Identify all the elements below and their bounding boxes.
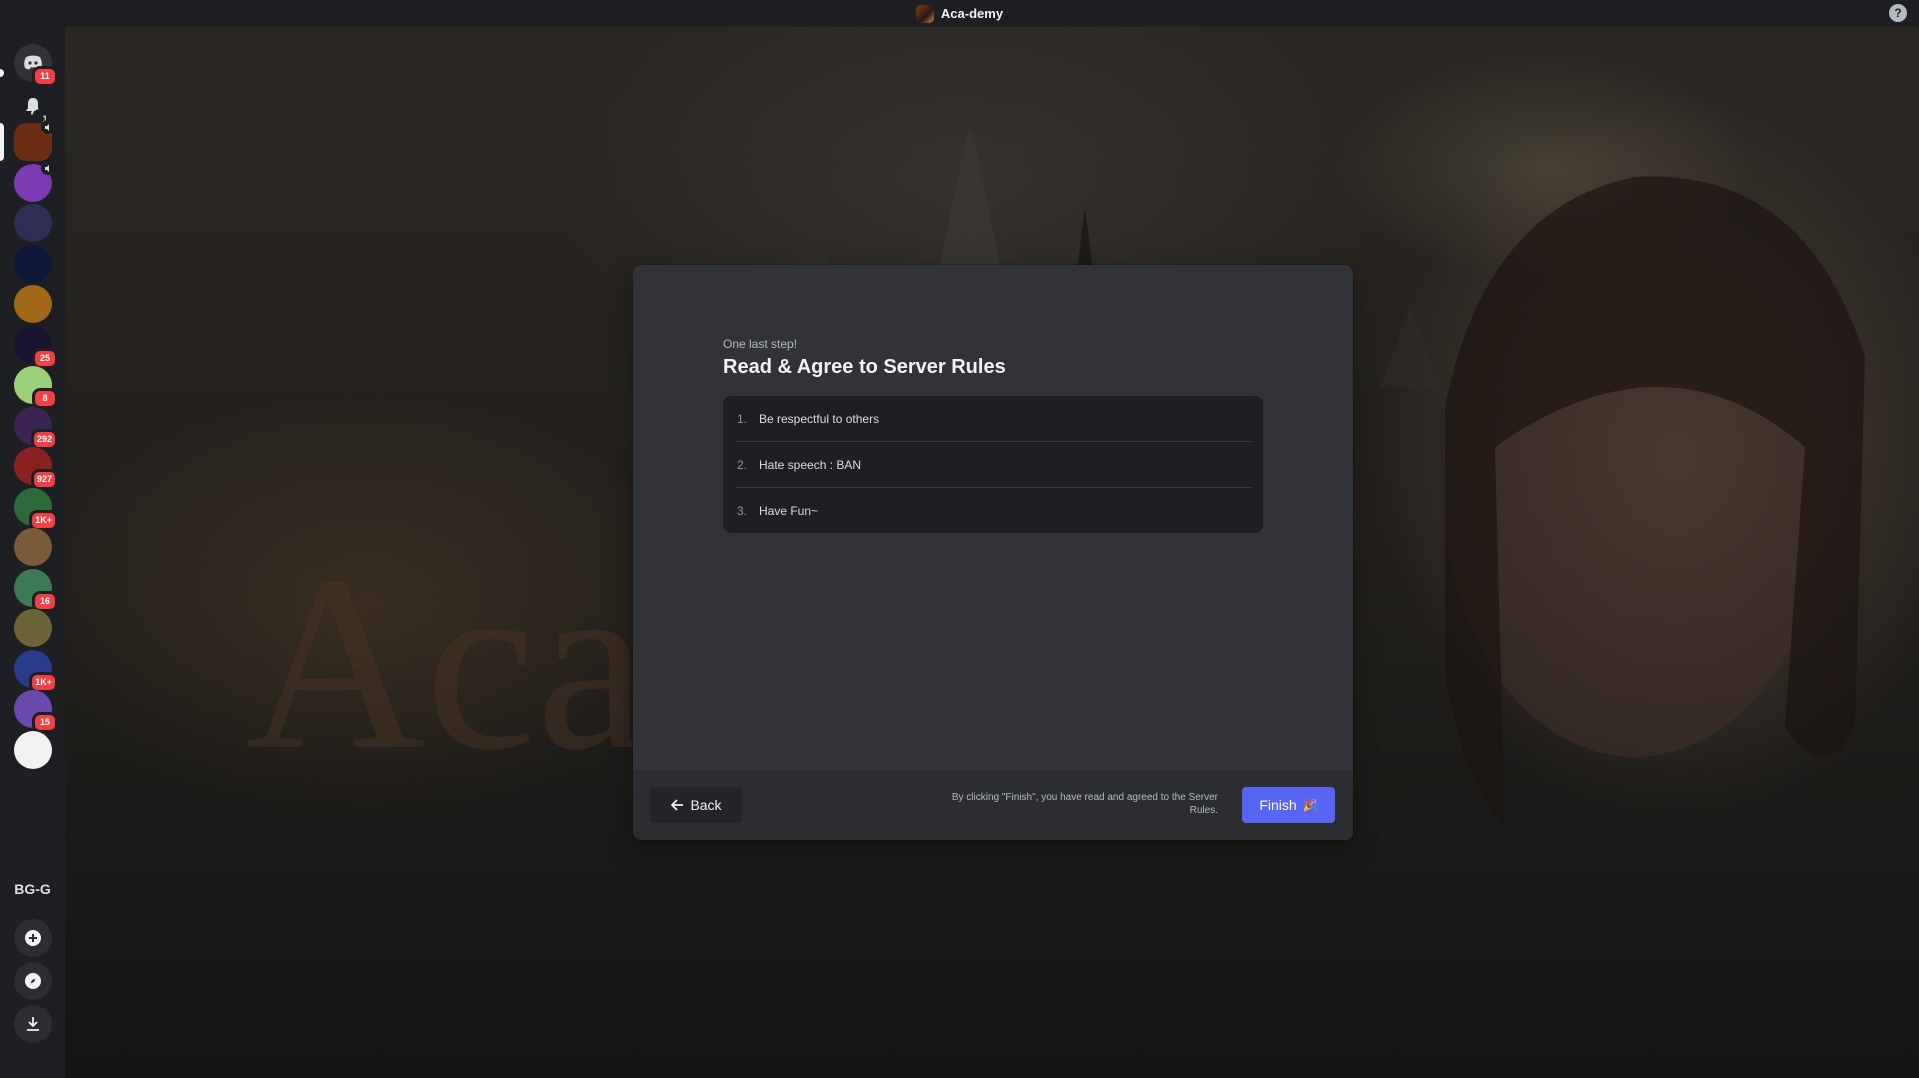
- server-icon-2[interactable]: [14, 161, 55, 202]
- party-popper-icon: 🎉: [1302, 798, 1318, 812]
- mention-badge: 927: [30, 469, 58, 490]
- compass-icon: [25, 973, 41, 989]
- server-icon-15[interactable]: 15: [14, 690, 58, 733]
- modal-eyebrow: One last step!: [723, 337, 798, 351]
- server-icon-14[interactable]: 1K+: [14, 650, 58, 693]
- server-rail: 11 1 25 8 292 927 1K+ 16 1K+ 15 BG-G: [0, 27, 65, 1078]
- title-bar: Aca-demy ?: [0, 0, 1919, 27]
- speaker-icon: [41, 120, 55, 134]
- back-button-label: Back: [690, 797, 722, 813]
- help-icon[interactable]: ?: [1889, 4, 1907, 22]
- server-icon-6[interactable]: 25: [14, 326, 58, 369]
- server-icon-7[interactable]: 8: [14, 366, 58, 409]
- mention-badge: 8: [32, 388, 58, 409]
- download-apps-button[interactable]: [14, 1005, 52, 1043]
- server-icon-12[interactable]: 16: [14, 569, 58, 612]
- plus-icon: [25, 930, 41, 946]
- modal-footer: Back By clicking "Finish", you have read…: [633, 770, 1353, 840]
- rule-number: 3.: [737, 503, 748, 518]
- rule-item: 2. Hate speech : BAN: [735, 442, 1251, 488]
- server-icon-3[interactable]: [14, 204, 52, 242]
- server-icon-9[interactable]: 927: [14, 447, 58, 490]
- mention-badge: 15: [32, 712, 58, 733]
- server-icon: [915, 4, 934, 23]
- speaker-icon: [41, 161, 55, 175]
- rule-text: Hate speech : BAN: [759, 457, 862, 472]
- server-icon-11[interactable]: [14, 528, 52, 566]
- selected-indicator: [0, 123, 4, 161]
- server-icon-8[interactable]: 292: [14, 407, 58, 450]
- finish-button-label: Finish: [1259, 797, 1297, 813]
- discover-button[interactable]: [14, 962, 52, 1000]
- rule-item: 3. Have Fun~: [735, 488, 1251, 533]
- direct-messages-button[interactable]: 11: [14, 44, 58, 87]
- server-icon-1[interactable]: [14, 120, 55, 161]
- rule-text: Have Fun~: [759, 503, 819, 518]
- server-icon-16[interactable]: [14, 731, 52, 769]
- back-button[interactable]: Back: [650, 787, 742, 823]
- arrow-left-icon: [671, 799, 684, 811]
- modal-body: One last step! Read & Agree to Server Ru…: [723, 337, 1263, 533]
- text-server-bg-g[interactable]: BG-G: [0, 881, 65, 897]
- rule-item: 1. Be respectful to others: [735, 396, 1251, 442]
- rule-number: 2.: [737, 457, 748, 472]
- server-icon-13[interactable]: [14, 609, 52, 647]
- modal-title: Read & Agree to Server Rules: [723, 356, 1006, 378]
- server-icon-5[interactable]: [14, 285, 52, 323]
- server-icon-4[interactable]: [14, 245, 52, 283]
- rules-list: 1. Be respectful to others 2. Hate speec…: [723, 396, 1263, 533]
- window-title: Aca-demy: [940, 6, 1004, 21]
- home-badge: 11: [32, 66, 58, 87]
- unread-indicator: [0, 69, 4, 77]
- finish-button[interactable]: Finish 🎉: [1242, 787, 1335, 823]
- rule-text: Be respectful to others: [759, 411, 880, 426]
- server-icon-10[interactable]: 1K+: [14, 488, 58, 531]
- rule-number: 1.: [737, 411, 748, 426]
- agreement-disclaimer: By clicking "Finish", you have read and …: [951, 792, 1218, 816]
- server-rules-modal: One last step! Read & Agree to Server Ru…: [633, 265, 1353, 840]
- download-icon: [27, 1017, 39, 1031]
- add-server-button[interactable]: [14, 919, 52, 957]
